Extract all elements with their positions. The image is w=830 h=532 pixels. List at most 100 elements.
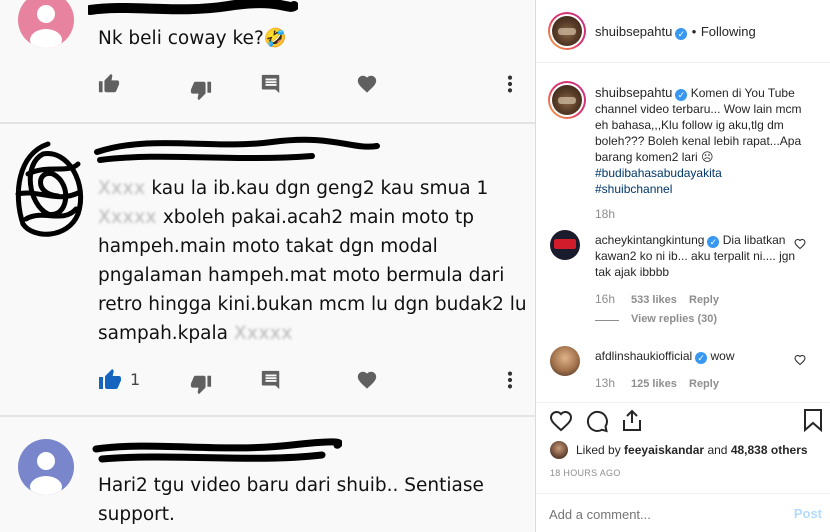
comment-menu-button[interactable] bbox=[500, 368, 520, 392]
comment-text: Nk beli coway ke?🤣 bbox=[98, 24, 287, 53]
post-header: shuibsepahtu ✓ • Following bbox=[537, 0, 830, 62]
youtube-comment: Nk beli coway ke?🤣 bbox=[0, 0, 535, 122]
add-comment-input[interactable] bbox=[549, 504, 769, 524]
dislike-button[interactable] bbox=[190, 372, 212, 396]
avatar[interactable] bbox=[550, 230, 580, 260]
comment-actions bbox=[98, 72, 520, 101]
profile-photo bbox=[552, 85, 582, 115]
following-button[interactable]: Following bbox=[701, 24, 756, 39]
avatar[interactable] bbox=[18, 439, 74, 495]
caption-text: shuibsepahtu ✓ Komen di You Tube channel … bbox=[595, 85, 810, 197]
comment-likes[interactable]: 533 likes bbox=[631, 294, 677, 306]
comment-time: 13h bbox=[595, 376, 616, 390]
heart-button[interactable] bbox=[356, 72, 378, 96]
verified-badge-icon: ✓ bbox=[675, 28, 688, 40]
comment-actions: 1 bbox=[98, 368, 520, 396]
view-replies-button[interactable]: View replies (30) bbox=[631, 313, 717, 325]
comment-body: wow bbox=[710, 349, 735, 363]
liked-by: Liked by feeyaiskandar and 48,838 others bbox=[550, 441, 825, 461]
comment-text: Hari2 tgu video baru dari shuib.. Sentia… bbox=[98, 475, 484, 525]
bookmark-icon[interactable] bbox=[803, 408, 823, 432]
username-link[interactable]: shuibsepahtu bbox=[595, 24, 672, 39]
comment-line-text: sampah.kpala bbox=[98, 323, 228, 344]
heart-icon bbox=[357, 75, 377, 93]
redacted-username bbox=[88, 0, 298, 15]
thumbs-down-icon bbox=[190, 375, 212, 395]
heart-icon[interactable] bbox=[549, 409, 573, 433]
liked-by-and: and bbox=[707, 443, 728, 457]
instagram-post-panel: shuibsepahtu ✓ • Following shuibsepahtu ✓ … bbox=[537, 0, 830, 532]
user-avatar-icon bbox=[30, 452, 62, 495]
reply-label: Reply bbox=[689, 294, 719, 306]
blurred-name: Xxxx bbox=[98, 178, 146, 199]
verified-badge-icon: ✓ bbox=[707, 236, 720, 248]
comment-likes[interactable]: 125 likes bbox=[631, 378, 677, 390]
comment-text: Xxxx kau la ib.kau dgn geng2 kau smua 1 … bbox=[98, 174, 528, 348]
hashtag-link[interactable]: #budibahasabudayakita bbox=[595, 166, 722, 180]
redacted-username bbox=[94, 136, 380, 163]
hashtag-link[interactable]: #shuibchannel bbox=[595, 182, 672, 196]
comment-icon bbox=[261, 74, 280, 94]
comment-line: Xxxxx xboleh pakai.acah2 main moto tp bbox=[98, 203, 528, 232]
avatar[interactable] bbox=[548, 81, 586, 119]
comment-icon bbox=[261, 370, 280, 390]
ig-comment-text: acheykintangkintung ✓ Dia libatkan kawan2… bbox=[595, 232, 800, 280]
like-count: 1 bbox=[130, 370, 141, 389]
heart-icon[interactable] bbox=[794, 354, 806, 366]
view-replies-label: View replies (30) bbox=[631, 313, 718, 325]
caption: shuibsepahtu ✓ Komen di You Tube channel … bbox=[537, 63, 830, 223]
verified-badge-icon: ✓ bbox=[695, 352, 708, 364]
like-button[interactable] bbox=[98, 72, 120, 96]
username-link[interactable]: shuibsepahtu bbox=[595, 85, 672, 100]
like-button[interactable] bbox=[98, 368, 122, 392]
comment-line: Xxxx kau la ib.kau dgn geng2 kau smua 1 bbox=[98, 174, 528, 203]
avatar[interactable] bbox=[548, 12, 586, 50]
comment-line: retro hingga kini.bukan mcm lu dgn budak… bbox=[98, 294, 527, 315]
reply-button[interactable] bbox=[260, 368, 282, 392]
rofl-emoji: 🤣 bbox=[263, 28, 287, 49]
thumbs-down-icon bbox=[190, 81, 212, 101]
avatar[interactable] bbox=[18, 0, 74, 48]
header-user-line: shuibsepahtu ✓ • Following bbox=[595, 23, 756, 41]
liked-by-others-link[interactable]: 48,838 others bbox=[731, 443, 808, 457]
youtube-comment: Hari2 tgu video baru dari shuib.. Sentia… bbox=[0, 417, 535, 532]
username-link[interactable]: afdlinshaukiofficial bbox=[595, 349, 692, 363]
comment-line-text: kau la ib.kau dgn geng2 kau smua 1 bbox=[151, 178, 489, 199]
heart-button[interactable] bbox=[356, 368, 378, 392]
heart-icon[interactable] bbox=[794, 238, 806, 250]
reply-link[interactable]: Reply bbox=[689, 378, 719, 390]
comment-line: pngalaman hampeh.mat moto bermula dari bbox=[98, 265, 505, 286]
ig-comment-text: afdlinshaukiofficial ✓ wow bbox=[595, 348, 800, 364]
liked-by-user-link[interactable]: feeyaiskandar bbox=[624, 443, 704, 457]
user-avatar-icon bbox=[30, 5, 62, 48]
youtube-comments-panel: Nk beli coway ke?🤣 Xxxx kau la ib.kau dg… bbox=[0, 0, 536, 532]
reply-link[interactable]: Reply bbox=[689, 294, 719, 306]
blurred-name: Xxxxx bbox=[98, 207, 157, 228]
comment-line-text: xboleh pakai.acah2 main moto tp bbox=[162, 207, 474, 228]
profile-photo bbox=[552, 16, 582, 46]
heart-icon bbox=[357, 371, 377, 389]
post-action-bar bbox=[537, 403, 830, 439]
reply-button[interactable] bbox=[260, 72, 282, 96]
likes-count: 533 likes bbox=[631, 294, 677, 306]
blurred-name: Xxxxx bbox=[233, 323, 293, 344]
comment-time: 16h bbox=[595, 292, 616, 306]
post-comment-button[interactable]: Post bbox=[794, 506, 822, 521]
avatar[interactable] bbox=[550, 346, 580, 376]
comment-menu-button[interactable] bbox=[500, 72, 520, 96]
comment-icon[interactable] bbox=[585, 409, 609, 433]
verified-badge-icon: ✓ bbox=[675, 89, 688, 101]
more-vertical-icon bbox=[507, 371, 513, 389]
likes-count: 125 likes bbox=[631, 378, 677, 390]
post-timestamp: 18 HOURS AGO bbox=[550, 468, 621, 478]
ig-comment: acheykintangkintung ✓ Dia libatkan kawan2… bbox=[537, 222, 830, 332]
share-icon[interactable] bbox=[621, 408, 643, 432]
avatar[interactable] bbox=[550, 441, 568, 459]
username-link[interactable]: acheykintangkintung bbox=[595, 233, 704, 247]
avatar-logo bbox=[554, 239, 576, 249]
dislike-button[interactable] bbox=[190, 78, 212, 102]
add-comment-bar: Post bbox=[537, 494, 830, 532]
youtube-comment: Xxxx kau la ib.kau dgn geng2 kau smua 1 … bbox=[0, 124, 535, 416]
comment-line: sampah.kpala Xxxxx bbox=[98, 319, 528, 348]
comment-text-content: Nk beli coway ke? bbox=[98, 28, 264, 49]
